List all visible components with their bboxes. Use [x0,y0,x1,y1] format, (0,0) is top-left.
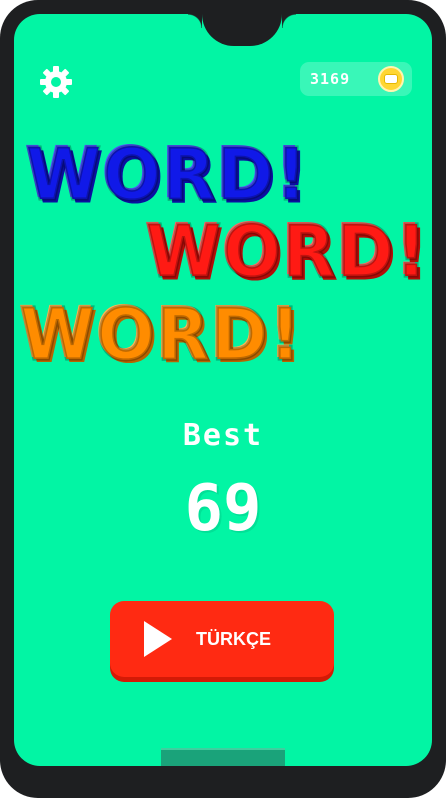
play-button[interactable]: TÜRKÇE [110,601,334,677]
game-screen: 3169 WORD! WORD! WORD! Best 69 TÜRKÇE [14,14,432,766]
gear-icon [40,66,72,98]
settings-button[interactable] [38,64,74,100]
coin-balance: 3169 [300,62,412,96]
best-score: 69 [184,472,262,546]
coin-icon [378,66,404,92]
coin-count: 3169 [310,70,351,88]
camera-notch [188,14,296,46]
coin-icon-inner [384,74,398,84]
phone-frame: 3169 WORD! WORD! WORD! Best 69 TÜRKÇE [0,0,446,798]
home-bar [161,748,285,766]
best-label: Best [182,418,264,453]
logo-word-orange: WORD! [19,294,303,377]
logo-word-blue: WORD! [25,134,309,217]
play-button-label: TÜRKÇE [196,628,271,649]
logo-word-red: WORD! [145,211,429,294]
play-icon [144,621,172,657]
